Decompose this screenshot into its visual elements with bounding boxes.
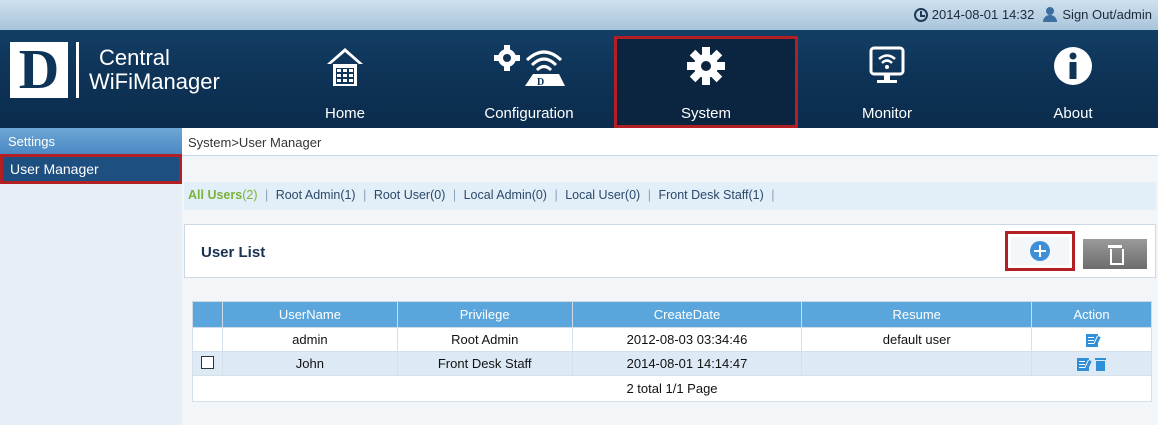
column-header-privilege[interactable]: Privilege bbox=[396, 301, 573, 328]
app-logo: D Central WiFiManager bbox=[10, 42, 220, 98]
cell-username: admin bbox=[221, 327, 398, 352]
top-bar: 2014-08-01 14:32 Sign Out/admin bbox=[0, 0, 1158, 30]
cell-createdate: 2012-08-03 03:34:46 bbox=[571, 327, 803, 352]
delete-icon[interactable] bbox=[1095, 358, 1107, 372]
plus-icon bbox=[1030, 241, 1050, 261]
filter-root-admin[interactable]: Root Admin(1) bbox=[276, 188, 356, 202]
cell-action bbox=[1031, 351, 1152, 376]
filter-all-users[interactable]: All Users(2) bbox=[188, 188, 257, 202]
home-icon bbox=[325, 44, 365, 91]
user-icon bbox=[1042, 7, 1058, 22]
logo-mark: D bbox=[10, 42, 68, 98]
sidebar: Settings User Manager bbox=[0, 128, 182, 425]
nav-about[interactable]: About bbox=[1028, 36, 1118, 128]
user-filter-bar: All Users(2) | Root Admin(1) | Root User… bbox=[184, 182, 1156, 210]
sidebar-section-settings[interactable]: Settings bbox=[0, 128, 182, 154]
table-row: John Front Desk Staff 2014-08-01 14:14:4… bbox=[192, 351, 1152, 376]
filter-local-user[interactable]: Local User(0) bbox=[565, 188, 640, 202]
configuration-icon: D bbox=[489, 44, 569, 91]
nav-configuration[interactable]: D Configuration bbox=[466, 36, 592, 128]
cell-createdate: 2014-08-01 14:14:47 bbox=[571, 351, 803, 376]
nav-about-label: About bbox=[1053, 105, 1093, 122]
info-icon bbox=[1051, 44, 1095, 91]
column-header-username[interactable]: UserName bbox=[221, 301, 398, 328]
trash-icon bbox=[1108, 245, 1124, 265]
user-list-panel-header: User List bbox=[184, 224, 1156, 278]
sidebar-item-user-manager[interactable]: User Manager bbox=[0, 154, 182, 184]
cell-action bbox=[1031, 327, 1152, 352]
signout-link[interactable]: Sign Out/admin bbox=[1062, 7, 1152, 22]
delete-user-button[interactable] bbox=[1083, 239, 1147, 269]
nav-monitor-label: Monitor bbox=[861, 105, 913, 122]
filter-local-admin[interactable]: Local Admin(0) bbox=[464, 188, 547, 202]
top-info: 2014-08-01 14:32 Sign Out/admin bbox=[913, 7, 1152, 22]
table-row: admin Root Admin 2012-08-03 03:34:46 def… bbox=[192, 327, 1152, 352]
nav-home-label: Home bbox=[324, 105, 365, 122]
cell-username: John bbox=[221, 351, 398, 376]
svg-text:D: D bbox=[537, 77, 544, 88]
column-header-resume[interactable]: Resume bbox=[801, 301, 1033, 328]
main-content: System>User Manager All Users(2) | Root … bbox=[182, 128, 1158, 425]
cell-privilege: Front Desk Staff bbox=[396, 351, 573, 376]
select-column-header bbox=[192, 301, 223, 328]
nav-system[interactable]: System bbox=[614, 36, 798, 128]
panel-title: User List bbox=[201, 244, 266, 261]
table-header-row: UserName Privilege CreateDate Resume Act… bbox=[192, 301, 1152, 328]
logo-line2: WiFiManager bbox=[89, 69, 220, 94]
breadcrumb: System>User Manager bbox=[182, 128, 1158, 156]
add-user-button[interactable] bbox=[1005, 231, 1075, 271]
datetime-text: 2014-08-01 14:32 bbox=[931, 7, 1035, 22]
edit-icon[interactable] bbox=[1085, 334, 1098, 348]
cell-resume: default user bbox=[801, 327, 1033, 352]
edit-icon[interactable] bbox=[1077, 358, 1090, 372]
nav-configuration-label: Configuration bbox=[484, 105, 574, 122]
cell-resume bbox=[801, 351, 1033, 376]
row-select-checkbox[interactable] bbox=[200, 355, 214, 369]
monitor-icon bbox=[867, 44, 907, 91]
nav-home[interactable]: Home bbox=[300, 36, 390, 128]
nav-monitor[interactable]: Monitor bbox=[842, 36, 932, 128]
filter-root-user[interactable]: Root User(0) bbox=[374, 188, 446, 202]
column-header-createdate[interactable]: CreateDate bbox=[571, 301, 803, 328]
app-header: 2014-08-01 14:32 Sign Out/admin D Centra… bbox=[0, 0, 1158, 128]
pagination-text: 2 total 1/1 Page bbox=[192, 375, 1152, 402]
pagination-row: 2 total 1/1 Page bbox=[192, 375, 1152, 402]
column-header-action: Action bbox=[1031, 301, 1152, 328]
logo-line1: Central bbox=[99, 45, 170, 70]
clock-icon bbox=[913, 7, 928, 22]
cell-privilege: Root Admin bbox=[396, 327, 573, 352]
gear-icon bbox=[684, 44, 728, 91]
user-table: UserName Privilege CreateDate Resume Act… bbox=[192, 301, 1152, 402]
nav-system-label: System bbox=[680, 105, 731, 122]
filter-front-desk-staff[interactable]: Front Desk Staff(1) bbox=[658, 188, 763, 202]
